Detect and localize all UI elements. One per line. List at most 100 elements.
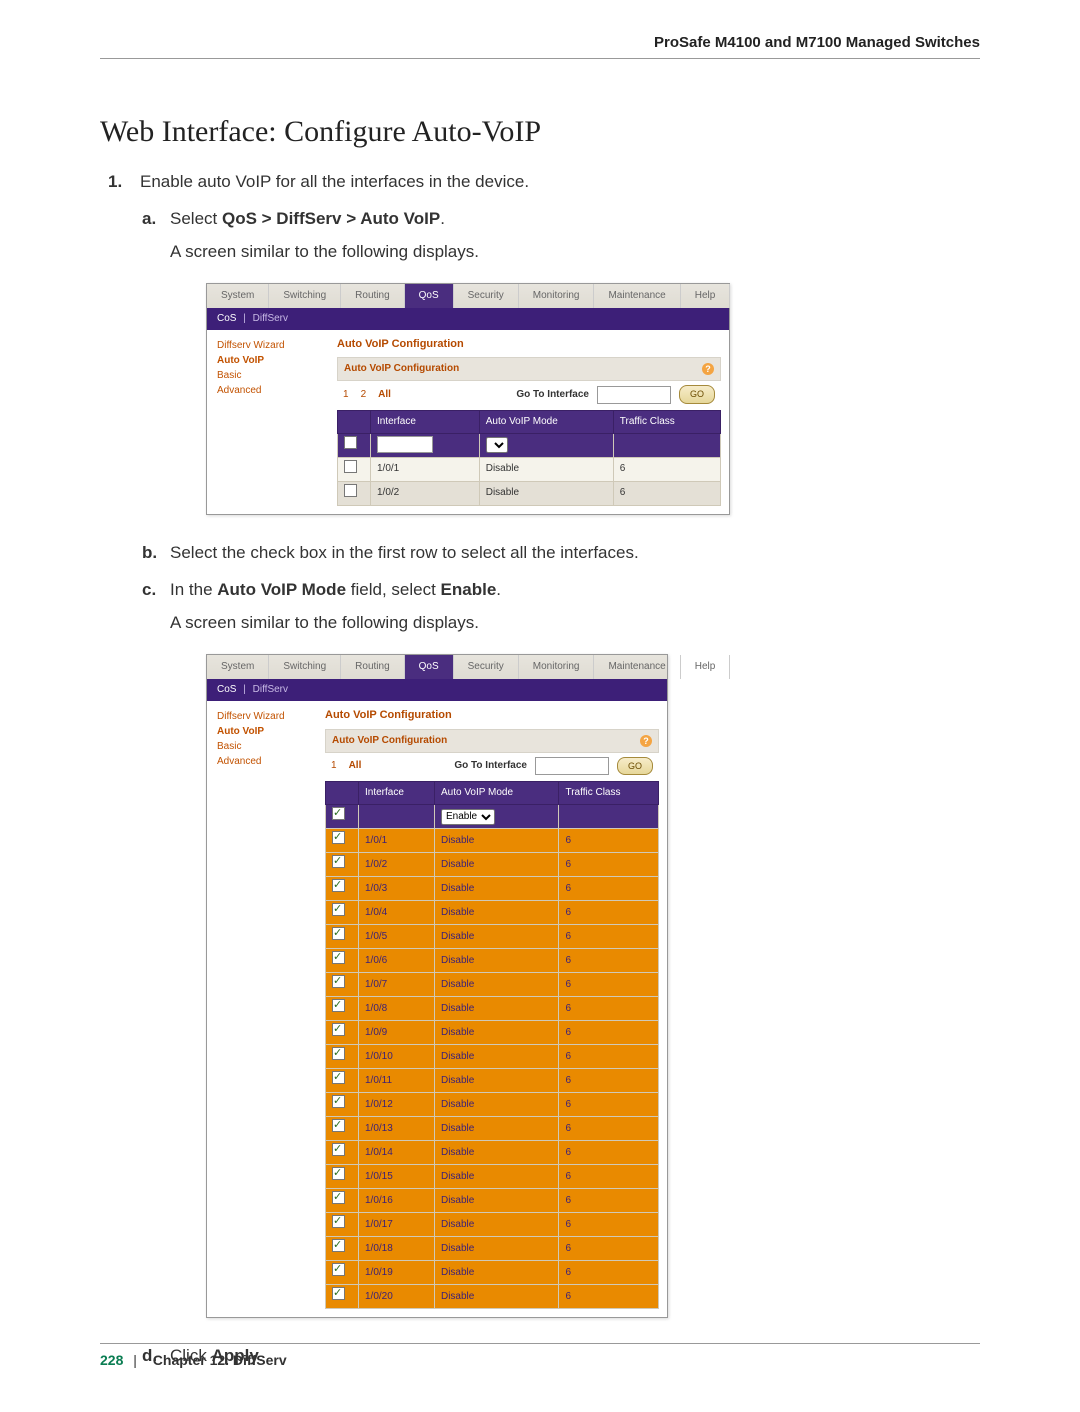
row-checkbox[interactable]: [332, 1143, 345, 1156]
row-checkbox[interactable]: [332, 1071, 345, 1084]
subnav-diffserv[interactable]: DiffServ: [253, 313, 288, 324]
sub-nav-bar: CoS | DiffServ: [207, 679, 667, 701]
step-number: 1.: [108, 169, 122, 195]
interface-input[interactable]: [377, 436, 433, 453]
goto-input[interactable]: [535, 757, 609, 775]
mode-select[interactable]: Enable: [441, 809, 495, 825]
row-checkbox[interactable]: [344, 484, 357, 497]
go-button[interactable]: GO: [617, 757, 653, 775]
mode-select[interactable]: [486, 437, 508, 453]
table-row: 1/0/6Disable6: [326, 949, 659, 973]
sidebar-item-wizard[interactable]: Diffserv Wizard: [217, 338, 329, 353]
row-checkbox[interactable]: [332, 1191, 345, 1204]
table-row: 1/0/10Disable6: [326, 1045, 659, 1069]
substep-letter: c.: [142, 576, 156, 603]
subnav-cos[interactable]: CoS: [217, 684, 236, 695]
table-row: 1/0/12Disable6: [326, 1093, 659, 1117]
page-link-all[interactable]: All: [349, 758, 362, 774]
row-checkbox[interactable]: [332, 1095, 345, 1108]
help-icon[interactable]: ?: [640, 735, 652, 747]
row-checkbox[interactable]: [332, 879, 345, 892]
tab-maintenance[interactable]: Maintenance: [594, 284, 680, 308]
select-all-checkbox[interactable]: [344, 436, 357, 449]
tab-security[interactable]: Security: [454, 284, 519, 308]
cell-traffic-class: 6: [559, 1213, 659, 1237]
tab-routing[interactable]: Routing: [341, 284, 404, 308]
cell-mode: Disable: [434, 877, 559, 901]
substep-c-bold2: Enable: [441, 580, 497, 599]
cell-interface: 1/0/12: [359, 1093, 435, 1117]
row-checkbox[interactable]: [332, 1023, 345, 1036]
sidebar-item-wizard[interactable]: Diffserv Wizard: [217, 709, 317, 724]
step-text: Enable auto VoIP for all the interfaces …: [140, 172, 529, 191]
table-row: 1/0/18Disable6: [326, 1237, 659, 1261]
subnav-diffserv[interactable]: DiffServ: [253, 684, 288, 695]
sidebar-item-auto-voip[interactable]: Auto VoIP: [217, 353, 329, 368]
tab-maintenance[interactable]: Maintenance: [594, 655, 680, 679]
page-link-2[interactable]: 2: [361, 387, 367, 403]
cell-interface: 1/0/17: [359, 1213, 435, 1237]
cell-interface: 1/0/3: [359, 877, 435, 901]
row-checkbox[interactable]: [332, 1215, 345, 1228]
sidebar-item-advanced[interactable]: Advanced: [217, 383, 329, 398]
row-checkbox[interactable]: [332, 1119, 345, 1132]
page-link-1[interactable]: 1: [343, 387, 349, 403]
row-checkbox[interactable]: [332, 1239, 345, 1252]
row-checkbox[interactable]: [332, 831, 345, 844]
cell-mode: Disable: [434, 973, 559, 997]
cell-mode: Disable: [434, 1117, 559, 1141]
subnav-cos[interactable]: CoS: [217, 313, 236, 324]
row-checkbox[interactable]: [344, 460, 357, 473]
go-button[interactable]: GO: [679, 385, 715, 403]
goto-input[interactable]: [597, 386, 671, 404]
cell-interface: 1/0/1: [371, 457, 480, 481]
tab-system[interactable]: System: [207, 284, 269, 308]
tab-monitoring[interactable]: Monitoring: [519, 655, 595, 679]
sidebar-item-advanced[interactable]: Advanced: [217, 754, 317, 769]
table-row: 1/0/8Disable6: [326, 997, 659, 1021]
cell-interface: 1/0/20: [359, 1285, 435, 1309]
page-link-1[interactable]: 1: [331, 758, 337, 774]
goto-label: Go To Interface: [454, 758, 527, 774]
tab-qos[interactable]: QoS: [405, 655, 454, 679]
tab-help[interactable]: Help: [681, 284, 731, 308]
cell-traffic-class: 6: [559, 973, 659, 997]
cell-interface: 1/0/14: [359, 1141, 435, 1165]
substep-letter: a.: [142, 205, 156, 232]
tab-system[interactable]: System: [207, 655, 269, 679]
table-row: 1/0/14Disable6: [326, 1141, 659, 1165]
row-checkbox[interactable]: [332, 1047, 345, 1060]
tab-switching[interactable]: Switching: [269, 284, 341, 308]
row-checkbox[interactable]: [332, 1167, 345, 1180]
row-checkbox[interactable]: [332, 1263, 345, 1276]
cell-mode: Disable: [434, 1045, 559, 1069]
sidebar-item-basic[interactable]: Basic: [217, 739, 317, 754]
tab-monitoring[interactable]: Monitoring: [519, 284, 595, 308]
tab-help[interactable]: Help: [681, 655, 731, 679]
cell-interface: 1/0/2: [359, 853, 435, 877]
table-row: 1/0/20Disable6: [326, 1285, 659, 1309]
tab-routing[interactable]: Routing: [341, 655, 404, 679]
row-checkbox[interactable]: [332, 927, 345, 940]
sidebar-item-basic[interactable]: Basic: [217, 368, 329, 383]
row-checkbox[interactable]: [332, 903, 345, 916]
table-row: 1/0/1Disable6: [326, 829, 659, 853]
row-checkbox[interactable]: [332, 1287, 345, 1300]
row-checkbox[interactable]: [332, 855, 345, 868]
select-all-checkbox[interactable]: [332, 807, 345, 820]
table-row: 1/0/5Disable6: [326, 925, 659, 949]
tab-qos[interactable]: QoS: [405, 284, 454, 308]
help-icon[interactable]: ?: [702, 363, 714, 375]
tab-switching[interactable]: Switching: [269, 655, 341, 679]
page-link-all[interactable]: All: [378, 387, 391, 403]
cell-mode: Disable: [479, 481, 613, 505]
row-checkbox[interactable]: [332, 975, 345, 988]
footer-sep: |: [133, 1352, 137, 1368]
tab-security[interactable]: Security: [454, 655, 519, 679]
row-checkbox[interactable]: [332, 951, 345, 964]
cell-mode: Disable: [434, 1237, 559, 1261]
sidebar-item-auto-voip[interactable]: Auto VoIP: [217, 724, 317, 739]
row-checkbox[interactable]: [332, 999, 345, 1012]
subnav-sep: |: [243, 684, 246, 695]
table-row: 1/0/19Disable6: [326, 1261, 659, 1285]
